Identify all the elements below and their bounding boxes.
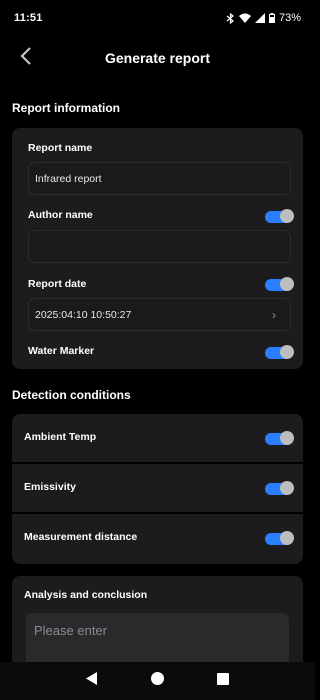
emissivity-toggle[interactable] bbox=[265, 481, 294, 495]
toggle-knob bbox=[280, 531, 294, 545]
author-name-toggle[interactable] bbox=[265, 209, 294, 223]
ambient-temp-toggle[interactable] bbox=[265, 431, 294, 445]
nav-home-button[interactable] bbox=[150, 672, 164, 690]
report-date-label: Report date bbox=[28, 278, 87, 290]
nav-back-button[interactable] bbox=[86, 672, 98, 690]
report-information-card: Report name Infrared report Author name … bbox=[12, 128, 303, 369]
signal-icon bbox=[254, 13, 265, 23]
detection-row-measurement-distance: Measurement distance bbox=[12, 514, 303, 564]
emissivity-label: Emissivity bbox=[24, 481, 76, 493]
bluetooth-icon bbox=[226, 12, 235, 24]
detection-row-ambient-temp: Ambient Temp bbox=[12, 414, 303, 462]
measurement-distance-toggle[interactable] bbox=[265, 531, 294, 545]
ambient-temp-label: Ambient Temp bbox=[24, 431, 97, 443]
analysis-placeholder: Please enter bbox=[34, 623, 107, 638]
report-name-label: Report name bbox=[28, 142, 93, 154]
nav-recents-button[interactable] bbox=[216, 672, 229, 690]
detection-row-emissivity: Emissivity bbox=[12, 464, 303, 512]
measurement-distance-label: Measurement distance bbox=[24, 531, 138, 543]
water-marker-toggle[interactable] bbox=[265, 345, 294, 359]
battery-icon bbox=[268, 13, 275, 23]
back-button[interactable] bbox=[14, 46, 38, 70]
system-navigation-bar bbox=[0, 662, 315, 700]
report-date-toggle[interactable] bbox=[265, 277, 294, 291]
toggle-knob bbox=[280, 345, 294, 359]
section-title-detection-conditions: Detection conditions bbox=[12, 388, 131, 402]
report-date-picker[interactable]: 2025:04:10 10:50:27 › bbox=[28, 298, 291, 331]
author-name-input[interactable] bbox=[28, 230, 291, 263]
status-icons: 73% bbox=[226, 12, 301, 24]
triangle-back-icon bbox=[86, 672, 98, 685]
detection-conditions-card: Ambient Temp Emissivity Measurement dist… bbox=[12, 414, 303, 564]
author-name-label: Author name bbox=[28, 209, 93, 221]
toggle-knob bbox=[280, 209, 294, 223]
circle-home-icon bbox=[150, 672, 164, 685]
analysis-title: Analysis and conclusion bbox=[24, 589, 148, 601]
square-recents-icon bbox=[216, 673, 229, 685]
toggle-knob bbox=[280, 277, 294, 291]
chevron-left-icon bbox=[20, 46, 32, 70]
battery-percent: 73% bbox=[278, 12, 301, 24]
toggle-knob bbox=[280, 481, 294, 495]
status-time: 11:51 bbox=[14, 12, 43, 24]
status-bar: 11:51 73% bbox=[0, 0, 315, 36]
page-title: Generate report bbox=[104, 50, 211, 66]
app-header: Generate report bbox=[0, 40, 315, 76]
toggle-knob bbox=[280, 431, 294, 445]
wifi-icon bbox=[238, 13, 251, 23]
section-title-report-information: Report information bbox=[12, 101, 120, 115]
report-date-value: 2025:04:10 10:50:27 bbox=[35, 308, 132, 321]
report-name-input[interactable]: Infrared report bbox=[28, 162, 291, 195]
chevron-right-icon: › bbox=[272, 307, 276, 322]
screen: 11:51 73% Generate report Report informa… bbox=[0, 0, 315, 700]
report-name-value: Infrared report bbox=[35, 172, 102, 185]
water-marker-label: Water Marker bbox=[28, 345, 95, 357]
